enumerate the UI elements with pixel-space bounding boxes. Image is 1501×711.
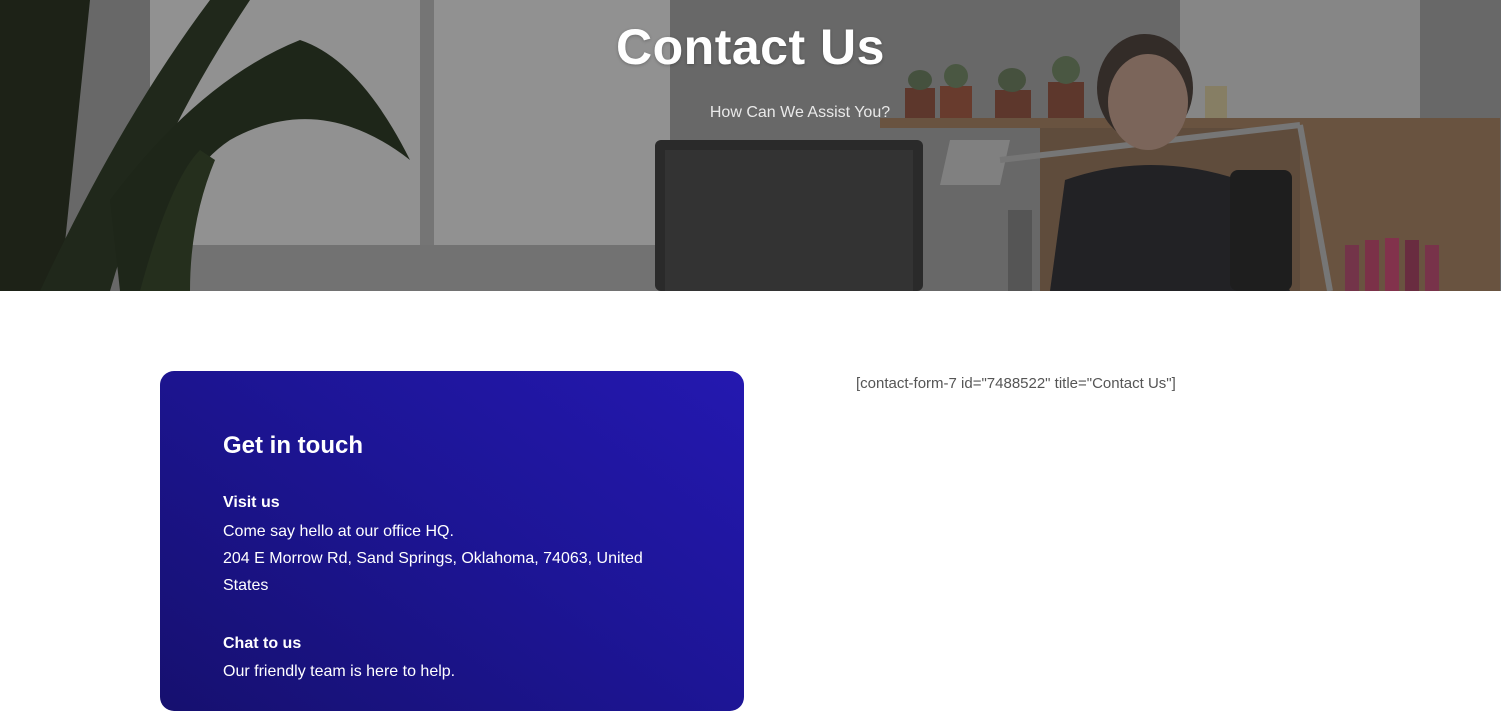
hero-banner: Contact Us How Can We Assist You? [0, 0, 1501, 291]
chat-to-us-title: Chat to us [223, 635, 302, 652]
visit-us-text: Come say hello at our office HQ. [223, 523, 454, 540]
card-heading: Get in touch [223, 432, 363, 459]
page-subtitle: How Can We Assist You? [709, 104, 891, 121]
contact-info-card: Get in touch Visit us Come say hello at … [160, 371, 744, 711]
contact-form-shortcode: [contact-form-7 id="7488522" title="Cont… [856, 375, 1176, 392]
chat-to-us-text: Our friendly team is here to help. [223, 663, 456, 680]
office-address: 204 E Morrow Rd, Sand Springs, Oklahoma,… [223, 550, 643, 594]
page-title: Contact Us [616, 19, 885, 75]
visit-us-title: Visit us [223, 494, 280, 511]
